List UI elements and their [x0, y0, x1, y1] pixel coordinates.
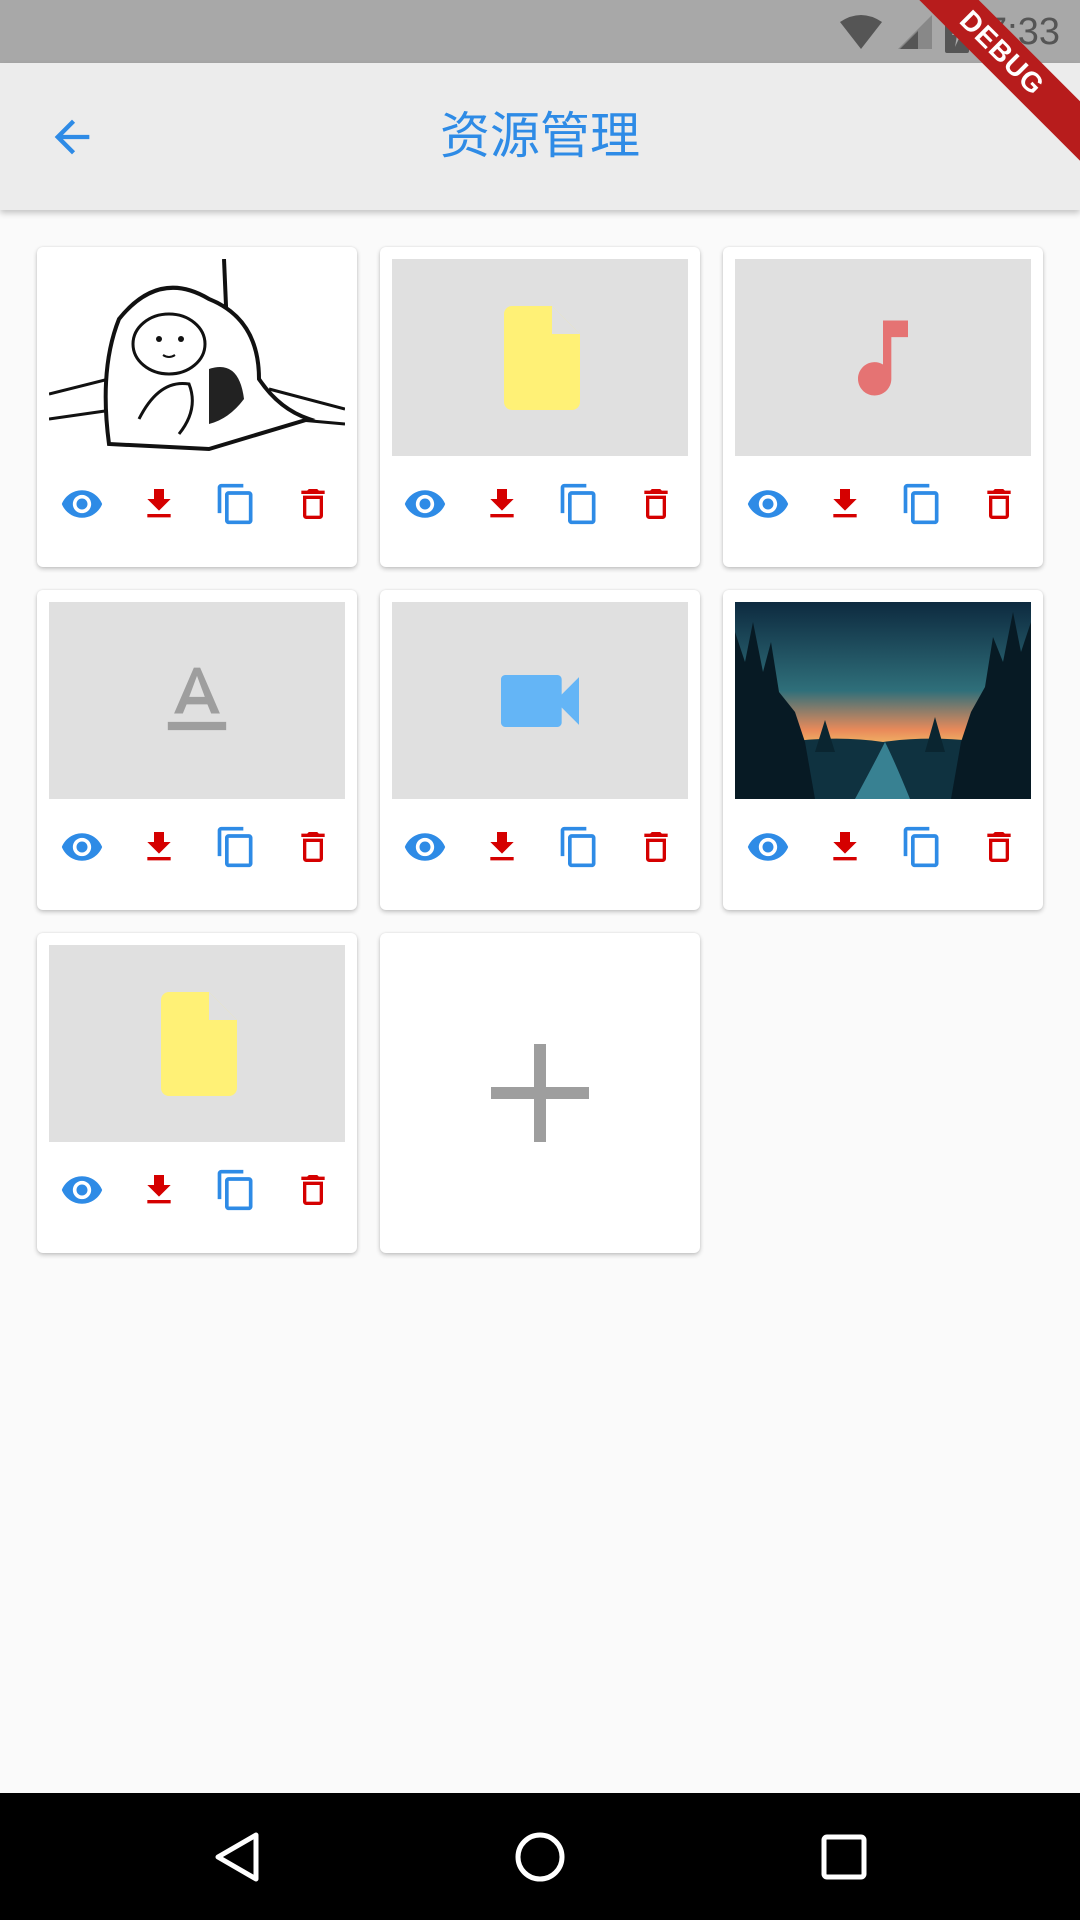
preview-eye-icon [747, 833, 788, 861]
download-button[interactable] [817, 819, 873, 875]
add-icon [491, 1044, 589, 1142]
download-icon [146, 489, 171, 518]
preview-button[interactable] [740, 819, 796, 875]
delete-icon [300, 832, 325, 862]
file-thumbnail[interactable] [392, 259, 688, 456]
nav-back-icon [215, 1832, 259, 1882]
add-resource-button[interactable] [380, 933, 700, 1253]
copy-icon [217, 483, 252, 525]
copy-icon [217, 826, 252, 868]
copy-icon [560, 483, 595, 525]
delete-icon [986, 832, 1011, 862]
resource-card[interactable] [37, 933, 357, 1253]
copy-icon [560, 826, 595, 868]
copy-icon [217, 1169, 252, 1211]
delete-icon [300, 489, 325, 519]
delete-button[interactable] [628, 476, 684, 532]
card-actions [37, 815, 357, 879]
copy-button[interactable] [208, 1162, 264, 1218]
resource-card[interactable] [723, 247, 1043, 567]
download-icon [146, 1175, 171, 1204]
resource-card[interactable] [37, 590, 357, 910]
resource-card[interactable] [723, 590, 1043, 910]
text-format-icon [167, 667, 227, 730]
wifi-icon [840, 15, 883, 49]
page-title: 资源管理 [440, 107, 640, 165]
landscape-image [735, 602, 1031, 799]
status-bar: 7:33 [0, 0, 1080, 63]
card-actions [380, 815, 700, 879]
copy-button[interactable] [208, 476, 264, 532]
download-icon [146, 832, 171, 861]
delete-icon [986, 489, 1011, 519]
preview-eye-icon [61, 490, 102, 518]
image-thumbnail[interactable] [49, 259, 345, 456]
cellular-signal-icon [898, 15, 933, 49]
sketch-image [49, 259, 345, 456]
file-thumbnail[interactable] [49, 945, 345, 1142]
music-note-icon [858, 320, 908, 395]
preview-eye-icon [404, 833, 445, 861]
download-button[interactable] [817, 476, 873, 532]
preview-button[interactable] [54, 476, 110, 532]
copy-button[interactable] [551, 476, 607, 532]
delete-icon [643, 489, 668, 519]
nav-recents-button[interactable] [806, 1819, 882, 1895]
copy-button[interactable] [551, 819, 607, 875]
delete-button[interactable] [285, 819, 341, 875]
copy-button[interactable] [894, 819, 950, 875]
card-actions [723, 815, 1043, 879]
download-button[interactable] [474, 476, 530, 532]
download-button[interactable] [131, 819, 187, 875]
resource-card[interactable] [380, 247, 700, 567]
preview-eye-icon [404, 490, 445, 518]
download-icon [489, 832, 514, 861]
navigation-bar [0, 1793, 1080, 1920]
app-bar: 资源管理 [0, 63, 1080, 210]
card-actions [37, 1158, 357, 1222]
preview-button[interactable] [54, 819, 110, 875]
preview-eye-icon [747, 490, 788, 518]
file-icon [504, 305, 580, 410]
image-thumbnail[interactable] [735, 602, 1031, 799]
preview-eye-icon [61, 833, 102, 861]
copy-button[interactable] [894, 476, 950, 532]
resource-card[interactable] [37, 247, 357, 567]
nav-back-button[interactable] [198, 1819, 274, 1895]
audio-thumbnail[interactable] [735, 259, 1031, 456]
download-icon [832, 489, 857, 518]
nav-home-icon [515, 1832, 565, 1882]
card-actions [380, 472, 700, 536]
resource-card[interactable] [380, 590, 700, 910]
copy-icon [903, 483, 938, 525]
card-actions [723, 472, 1043, 536]
font-thumbnail[interactable] [49, 602, 345, 799]
video-thumbnail[interactable] [392, 602, 688, 799]
copy-button[interactable] [208, 819, 264, 875]
videocam-icon [501, 674, 579, 727]
delete-icon [643, 832, 668, 862]
nav-home-button[interactable] [502, 1819, 578, 1895]
delete-button[interactable] [971, 476, 1027, 532]
delete-button[interactable] [285, 476, 341, 532]
download-button[interactable] [131, 1162, 187, 1218]
preview-eye-icon [61, 1176, 102, 1204]
preview-button[interactable] [740, 476, 796, 532]
download-button[interactable] [474, 819, 530, 875]
copy-icon [903, 826, 938, 868]
preview-button[interactable] [397, 819, 453, 875]
preview-button[interactable] [397, 476, 453, 532]
download-button[interactable] [131, 476, 187, 532]
nav-recents-icon [821, 1834, 867, 1880]
delete-button[interactable] [628, 819, 684, 875]
file-icon [161, 991, 237, 1096]
delete-button[interactable] [285, 1162, 341, 1218]
download-icon [832, 832, 857, 861]
download-icon [489, 489, 514, 518]
card-actions [37, 472, 357, 536]
preview-button[interactable] [54, 1162, 110, 1218]
delete-button[interactable] [971, 819, 1027, 875]
delete-icon [300, 1175, 325, 1205]
